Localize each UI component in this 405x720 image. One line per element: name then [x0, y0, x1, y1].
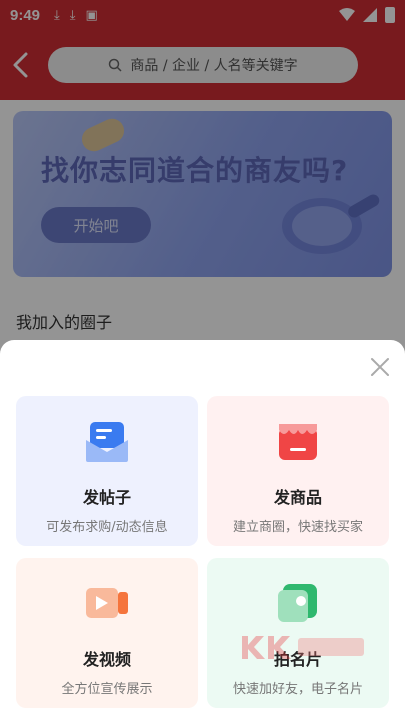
card-photo-icon [278, 584, 317, 622]
post-icon [86, 422, 128, 462]
goods-card-subtitle: 建立商圈，快速找买家 [232, 520, 363, 535]
close-icon[interactable] [369, 356, 391, 378]
video-card-title: 发视频 [82, 650, 131, 669]
watermark-logo [242, 636, 364, 659]
goods-card-title: 发商品 [273, 488, 322, 507]
shop-icon [279, 424, 317, 460]
post-card-subtitle: 可发布求购/动态信息 [46, 520, 168, 535]
business-card-subtitle: 快速加好友，电子名片 [232, 682, 363, 697]
video-card[interactable]: 发视频 全方位宣传展示 [16, 558, 198, 708]
video-icon [86, 588, 128, 618]
video-card-subtitle: 全方位宣传展示 [61, 682, 153, 697]
post-card-title: 发帖子 [82, 488, 131, 507]
post-card[interactable]: 发帖子 可发布求购/动态信息 [16, 396, 198, 546]
publish-sheet: 发帖子 可发布求购/动态信息 发商品 建立商圈，快速找买家 发视频 全方位宣传展… [0, 340, 405, 720]
goods-card[interactable]: 发商品 建立商圈，快速找买家 [207, 396, 389, 546]
